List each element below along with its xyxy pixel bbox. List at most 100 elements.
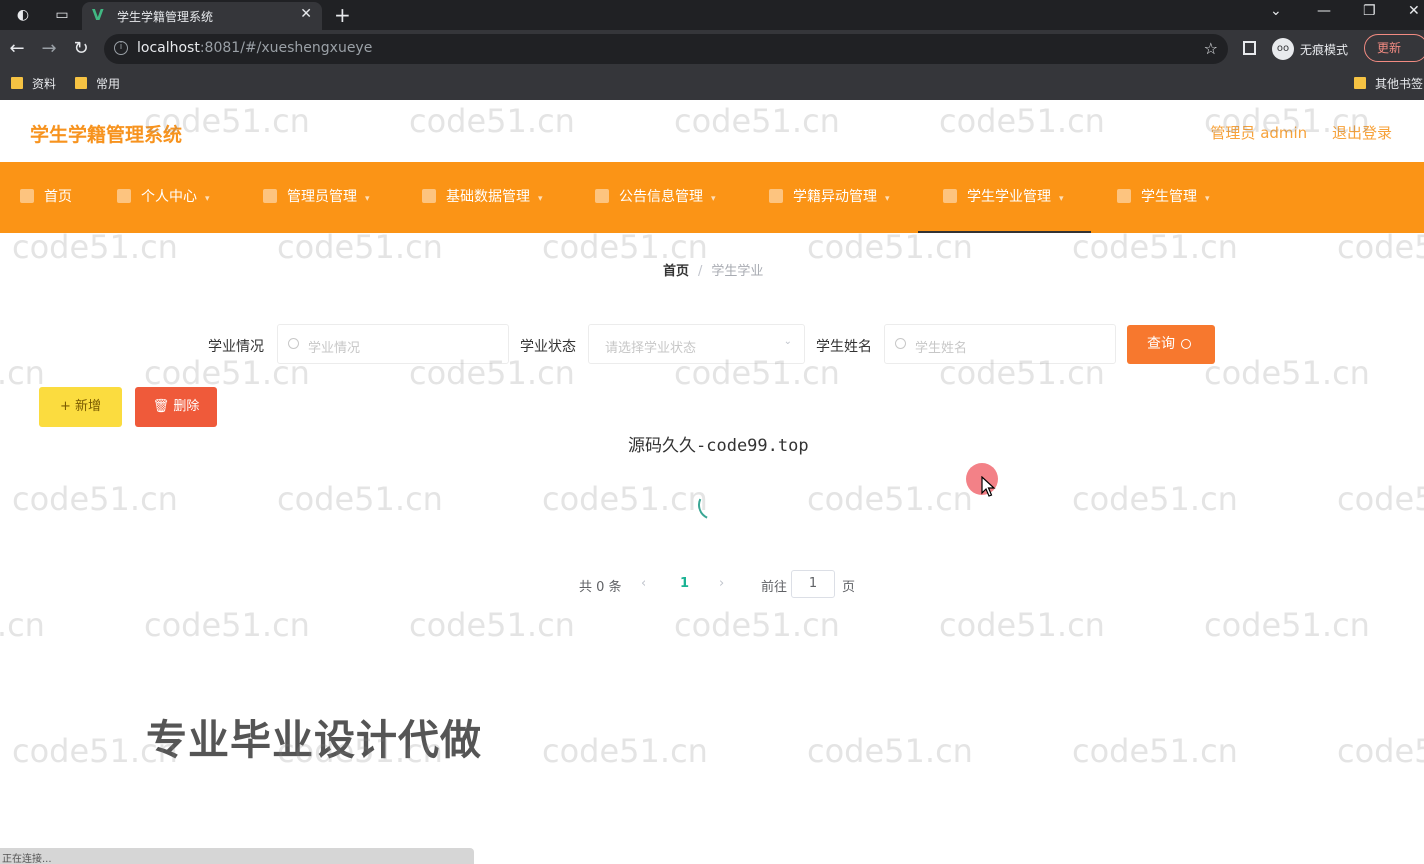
restore-button[interactable]: ❐ [1363,3,1376,19]
chevron-down-icon: ▾ [205,194,210,204]
admin-icon [263,189,277,203]
user-area: 管理员 admin 退出登录 [1210,122,1392,143]
academic-situation-input[interactable]: 学业情况 [277,324,509,364]
user-label: 管理员 admin [1210,124,1308,142]
chevron-down-icon: ▾ [1059,194,1064,204]
search-icon [288,338,299,349]
tab-list-chevron-icon[interactable]: ⌄ [1270,3,1282,19]
add-button[interactable]: + 新增 [39,387,122,427]
watermark: code51.cn [542,480,708,518]
incognito-icon[interactable]: oo [1272,38,1294,60]
nav-item-admin-management[interactable]: 管理员管理 ▾ [263,162,370,233]
data-icon [422,189,436,203]
chevron-down-icon: ⌄ [783,336,792,347]
watermark: code51.cn [1337,228,1424,266]
watermark: code51.cn [12,480,178,518]
students-icon [1117,189,1131,203]
side-panel-icon[interactable] [1243,41,1256,55]
bookmark-folder-changyong[interactable]: 常用 [75,75,120,92]
watermark: code51.cn [807,228,973,266]
forward-arrow-icon[interactable]: → [38,38,60,60]
back-arrow-icon[interactable]: ← [6,38,28,60]
student-name-input[interactable]: 学生姓名 [884,324,1116,364]
browser-tab-active[interactable]: V 学生学籍管理系统 ✕ [82,2,322,30]
chevron-down-icon: ▾ [885,194,890,204]
minimize-button[interactable]: — [1317,3,1331,19]
main-nav: 首页 个人中心 ▾ 管理员管理 ▾ 基础数据管理 ▾ 公告信息管理 ▾ 学籍异动管理 ▾ … [0,162,1424,233]
breadcrumb-home[interactable]: 首页 [663,264,689,279]
bookmarks-bar: 资料 常用 其他书签 [0,68,1424,100]
goto-page-input[interactable]: 1 [791,570,835,598]
watermark: code51.cn [939,606,1105,644]
query-button[interactable]: 查询 [1127,325,1215,364]
mouse-cursor-icon [981,476,996,497]
watermark: code51.cn [409,606,575,644]
watermark: code51.cn [277,480,443,518]
browser-status-bar: 正在连接... [0,848,474,864]
watermark: code51.cn [1337,480,1424,518]
watermark: code51.cn [1337,732,1424,770]
academics-icon [943,189,957,203]
chevron-down-icon: ▾ [365,194,370,204]
address-bar[interactable]: i localhost:8081/#/xueshengxueye ☆ [104,34,1228,64]
nav-item-students[interactable]: 学生管理 ▾ [1117,162,1210,233]
incognito-label: 无痕模式 [1300,43,1349,57]
breadcrumb: 首页 / 学生学业 [663,260,763,279]
browser-toolbar: ← → ↻ i localhost:8081/#/xueshengxueye ☆… [0,30,1424,68]
page-number[interactable]: 1 [680,576,689,591]
page-suffix-label: 页 [842,580,856,595]
nav-item-enrollment-changes[interactable]: 学籍异动管理 ▾ [769,162,890,233]
search-icon [1181,339,1191,349]
nav-item-base-data[interactable]: 基础数据管理 ▾ [422,162,543,233]
watermark: code51.cn [144,606,310,644]
academic-situation-label: 学业情况 [208,339,264,355]
new-tab-button[interactable]: + [334,3,351,27]
watermark: code51.cn [807,480,973,518]
watermark: code51.cn [1072,228,1238,266]
nav-item-personal-center[interactable]: 个人中心 ▾ [117,162,210,233]
browser-profile-icon[interactable]: ◐ [13,5,33,25]
logout-link[interactable]: 退出登录 [1332,124,1392,142]
close-window-button[interactable]: ✕ [1408,3,1420,19]
chevron-down-icon: ▾ [1205,194,1210,204]
url-text[interactable]: localhost:8081/#/xueshengxueye [137,40,372,56]
bookmark-folder-ziliao[interactable]: 资料 [11,75,56,92]
chevron-down-icon: ▾ [711,194,716,204]
folder-icon [75,77,87,89]
search-icon [895,338,906,349]
chevron-down-icon: ▾ [538,194,543,204]
academic-status-select[interactable]: 请选择学业状态 ⌄ [588,324,805,364]
watermark: code51.cn [12,228,178,266]
loading-spinner-icon [693,485,733,525]
tab-search-icon[interactable]: ▭ [52,5,72,25]
browser-tab-bar: ◐ ▭ V 学生学籍管理系统 ✕ + ⌄ — ❐ ✕ [0,0,1424,30]
nav-item-announcements[interactable]: 公告信息管理 ▾ [595,162,716,233]
watermark: code51.cn [1072,732,1238,770]
bookmark-folder-other[interactable]: 其他书签 [1354,75,1423,92]
nav-item-student-academics[interactable]: 学生学业管理 ▾ [918,162,1091,233]
next-page-icon[interactable]: › [719,576,724,591]
user-icon [117,189,131,203]
bookmark-star-icon[interactable]: ☆ [1204,39,1218,58]
home-icon [20,189,34,203]
delete-button[interactable]: 🗑 删除 [135,387,217,427]
status-text: 正在连接... [2,854,52,864]
app-header: 学生学籍管理系统 管理员 admin 退出登录 [0,100,1424,162]
reload-icon[interactable]: ↻ [70,38,92,60]
update-button[interactable]: 更新 [1364,34,1424,62]
announcement-icon [595,189,609,203]
document-icon [769,189,783,203]
overlay-text: 源码久久-code99.top [628,436,809,456]
folder-icon [1354,77,1366,89]
breadcrumb-current: 学生学业 [711,264,764,279]
pagination-total: 共 0 条 [579,580,622,595]
nav-item-home[interactable]: 首页 [20,162,72,233]
watermark: code51.cn [1072,480,1238,518]
site-info-icon[interactable]: i [114,41,128,55]
tab-close-icon[interactable]: ✕ [300,6,312,22]
breadcrumb-separator: / [698,264,703,279]
vue-favicon-icon: V [92,6,104,24]
watermark: code51.cn [807,732,973,770]
watermark: code51.cn [0,606,45,644]
prev-page-icon[interactable]: ‹ [641,576,646,591]
